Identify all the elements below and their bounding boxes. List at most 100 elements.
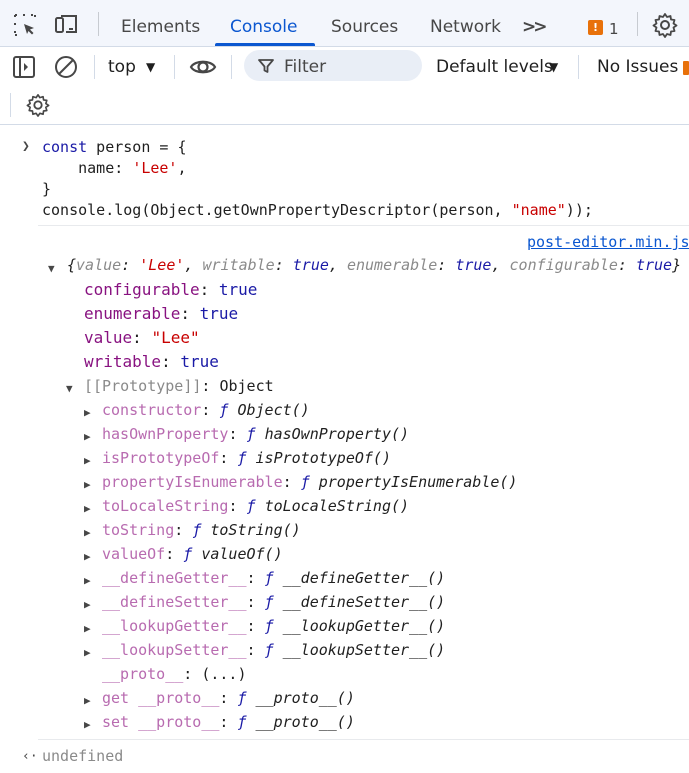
code-line: } <box>42 180 52 198</box>
function-marker: ƒ <box>246 497 256 515</box>
expand-triangle-icon[interactable]: ▶ <box>84 574 91 587</box>
expand-triangle-icon[interactable]: ▶ <box>84 430 91 443</box>
member-key: propertyIsEnumerable <box>102 473 283 491</box>
prototype-member-row[interactable]: __defineSetter__: ƒ __defineSetter__() <box>102 592 445 612</box>
issues-warning-icon[interactable]: ! <box>588 20 603 35</box>
member-key: __defineGetter__ <box>102 569 247 587</box>
expand-triangle-icon[interactable]: ▼ <box>48 262 55 275</box>
divider <box>94 55 95 79</box>
prototype-member-row[interactable]: valueOf: ƒ valueOf() <box>102 544 283 564</box>
expand-triangle-icon[interactable]: ▶ <box>84 718 91 731</box>
divider <box>637 12 638 36</box>
active-tab-indicator <box>215 43 315 46</box>
expand-triangle-icon[interactable]: ▶ <box>84 598 91 611</box>
filter-funnel-icon <box>258 58 274 78</box>
console-settings-gear-icon[interactable] <box>26 93 52 119</box>
member-key: isPrototypeOf <box>102 449 220 467</box>
expand-triangle-icon[interactable]: ▶ <box>84 478 91 491</box>
property-row: value: "Lee" <box>84 328 200 347</box>
function-signature: toLocaleString() <box>264 497 410 515</box>
log-levels-dropdown[interactable]: Default levels <box>436 57 553 77</box>
input-prompt-chevron-icon: ❯ <box>22 139 30 154</box>
inspect-element-icon[interactable] <box>12 12 38 38</box>
context-selector[interactable]: top <box>108 57 136 77</box>
function-signature: __lookupSetter__() <box>282 641 446 659</box>
member-key: __lookupGetter__ <box>102 617 247 635</box>
member-key: __lookupSetter__ <box>102 641 247 659</box>
expand-triangle-icon[interactable]: ▶ <box>84 622 91 635</box>
source-link[interactable]: post-editor.min.js <box>527 233 689 251</box>
device-toolbar-icon[interactable] <box>54 12 80 38</box>
function-signature: __lookupGetter__() <box>282 617 446 635</box>
prototype-member-row[interactable]: hasOwnProperty: ƒ hasOwnProperty() <box>102 424 409 444</box>
divider <box>231 55 232 79</box>
function-marker: ƒ <box>300 473 310 491</box>
devtools-tab-bar: Elements Console Sources Network >> ! 1 <box>0 0 689 47</box>
prototype-row[interactable]: [[Prototype]]: Object <box>84 376 274 396</box>
no-issues-button[interactable]: No Issues <box>597 57 678 77</box>
property-row[interactable]: get __proto__: ƒ __proto__() <box>102 688 355 708</box>
function-signature: __defineSetter__() <box>282 593 446 611</box>
tab-console[interactable]: Console <box>230 0 298 47</box>
tab-elements[interactable]: Elements <box>121 0 200 47</box>
prototype-member-row[interactable]: constructor: ƒ Object() <box>102 400 310 420</box>
message-divider <box>38 739 689 740</box>
member-key: hasOwnProperty <box>102 425 229 443</box>
live-expression-eye-icon[interactable] <box>189 55 217 81</box>
function-signature: propertyIsEnumerable() <box>318 473 518 491</box>
expand-triangle-icon[interactable]: ▶ <box>84 646 91 659</box>
member-key: toLocaleString <box>102 497 229 515</box>
filter-placeholder: Filter <box>284 57 327 77</box>
expand-triangle-icon[interactable]: ▼ <box>66 382 73 395</box>
prototype-member-row[interactable]: __lookupSetter__: ƒ __lookupSetter__() <box>102 640 445 660</box>
tab-network[interactable]: Network <box>430 0 501 47</box>
property-row[interactable]: __proto__: (...) <box>102 664 247 684</box>
function-marker: ƒ <box>264 641 274 659</box>
prototype-member-row[interactable]: __lookupGetter__: ƒ __lookupGetter__() <box>102 616 445 636</box>
expand-triangle-icon[interactable]: ▶ <box>84 550 91 563</box>
function-marker: ƒ <box>264 593 274 611</box>
show-sidebar-icon[interactable] <box>12 55 38 81</box>
expand-triangle-icon[interactable]: ▶ <box>84 526 91 539</box>
divider <box>98 12 99 36</box>
property-row[interactable]: set __proto__: ƒ __proto__() <box>102 712 355 732</box>
prototype-member-row[interactable]: propertyIsEnumerable: ƒ propertyIsEnumer… <box>102 472 517 492</box>
function-signature: toString() <box>210 521 301 539</box>
issues-flag-icon <box>683 61 689 75</box>
levels-dropdown-icon[interactable]: ▼ <box>549 60 558 74</box>
tab-sources[interactable]: Sources <box>331 0 398 47</box>
expand-triangle-icon[interactable]: ▶ <box>84 406 91 419</box>
context-dropdown-icon[interactable]: ▼ <box>146 60 155 74</box>
expand-triangle-icon[interactable]: ▶ <box>84 502 91 515</box>
prototype-member-row[interactable]: isPrototypeOf: ƒ isPrototypeOf() <box>102 448 391 468</box>
result-value: undefined <box>42 747 124 765</box>
function-marker: ƒ <box>264 569 274 587</box>
filter-input[interactable]: Filter <box>244 50 422 81</box>
prototype-member-row[interactable]: toLocaleString: ƒ toLocaleString() <box>102 496 409 516</box>
code-line: const person = { <box>42 138 187 156</box>
expand-triangle-icon[interactable]: ▶ <box>84 454 91 467</box>
issues-count[interactable]: 1 <box>609 20 619 38</box>
member-key: toString <box>102 521 175 539</box>
function-marker: ƒ <box>192 521 202 539</box>
clear-console-icon[interactable] <box>54 55 80 81</box>
expand-triangle-icon[interactable]: ▶ <box>84 694 91 707</box>
prototype-member-row[interactable]: toString: ƒ toString() <box>102 520 301 540</box>
more-tabs-chevron-icon[interactable]: >> <box>522 0 547 47</box>
member-key: valueOf <box>102 545 166 563</box>
object-summary[interactable]: {value: 'Lee', writable: true, enumerabl… <box>67 255 681 275</box>
property-row: configurable: true <box>84 280 258 299</box>
console-toolbar: top ▼ Filter Default levels ▼ No Issues <box>0 47 689 87</box>
prototype-member-row[interactable]: __defineGetter__: ƒ __defineGetter__() <box>102 568 445 588</box>
divider <box>10 93 11 117</box>
console-toolbar-secondary <box>0 87 689 125</box>
function-signature: isPrototypeOf() <box>255 449 391 467</box>
function-marker: ƒ <box>183 545 193 563</box>
console-output: ❯ const person = { name: 'Lee', } consol… <box>0 126 689 773</box>
member-key: __defineSetter__ <box>102 593 247 611</box>
function-marker: ƒ <box>246 425 256 443</box>
function-signature: valueOf() <box>201 545 283 563</box>
settings-gear-icon[interactable] <box>652 12 678 38</box>
code-line: console.log(Object.getOwnPropertyDescrip… <box>42 201 593 219</box>
function-marker: ƒ <box>264 617 274 635</box>
